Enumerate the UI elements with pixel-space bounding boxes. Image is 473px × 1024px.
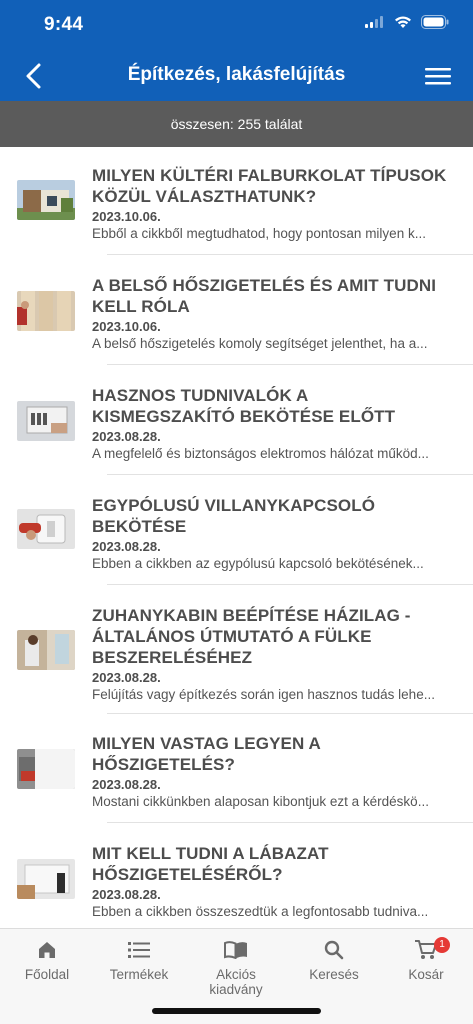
search-icon: [324, 940, 344, 960]
article-thumbnail: [17, 180, 75, 220]
article-item[interactable]: MILYEN KÜLTÉRI FALBURKOLAT TÍPUSOK KÖZÜL…: [0, 147, 473, 255]
article-excerpt: Mostani cikkünkben alaposan kibontjuk ez…: [92, 794, 429, 809]
article-item[interactable]: MILYEN VASTAG LEGYEN A HŐSZIGETELÉS? 202…: [0, 713, 473, 823]
article-date: 2023.08.28.: [92, 670, 161, 685]
article-excerpt: Ebben a cikkben összeszedtük a legfontos…: [92, 904, 429, 919]
app-header: 9:44 Építkezés, lakásfelújítás: [0, 0, 473, 101]
article-title: EGYPÓLUSÚ VILLANYKAPCSOLÓ BEKÖTÉSE: [92, 496, 376, 536]
tab-label: Kosár: [408, 967, 444, 982]
article-item[interactable]: A BELSŐ HŐSZIGETELÉS ÉS AMIT TUDNI KELL …: [0, 255, 473, 365]
article-thumbnail: [17, 749, 75, 789]
home-indicator: [152, 1008, 321, 1014]
tab-home[interactable]: Főoldal: [0, 939, 94, 982]
article-excerpt: Ebből a cikkből megtudhatod, hogy pontos…: [92, 226, 426, 241]
article-title: MILYEN VASTAG LEGYEN A HŐSZIGETELÉS?: [92, 734, 321, 774]
article-excerpt: Felújítás vagy építkezés során igen hasz…: [92, 687, 435, 702]
article-thumbnail: [17, 509, 75, 549]
page-title: Építkezés, lakásfelújítás: [127, 64, 346, 85]
tab-label: Főoldal: [24, 967, 70, 982]
article-date: 2023.08.28.: [92, 887, 161, 902]
article-item[interactable]: HASZNOS TUDNIVALÓK A KISMEGSZAKÍTÓ BEKÖT…: [0, 365, 473, 475]
status-time: 9:44: [44, 14, 84, 35]
tab-cart[interactable]: 1 Kosár: [379, 937, 473, 982]
hamburger-menu-icon: [425, 68, 451, 85]
article-title: MILYEN KÜLTÉRI FALBURKOLAT TÍPUSOK KÖZÜL…: [92, 166, 447, 206]
article-thumbnail: [17, 291, 75, 331]
article-title: A BELSŐ HŐSZIGETELÉS ÉS AMIT TUDNI KELL …: [92, 276, 437, 316]
tab-catalog[interactable]: Akciós kiadvány: [188, 939, 284, 997]
cart-count-badge: 1: [434, 937, 450, 953]
tab-label: Akciós kiadvány: [209, 967, 263, 997]
home-icon: [39, 942, 55, 958]
result-count: összesen: 255 találat: [170, 116, 303, 132]
article-item[interactable]: ZUHANYKABIN BEÉPÍTÉSE HÁZILAG - ÁLTALÁNO…: [0, 585, 473, 715]
result-count-bar: összesen: 255 találat: [0, 101, 473, 147]
wifi-icon: [395, 16, 411, 28]
article-item[interactable]: MIT KELL TUDNI A LÁBAZAT HŐSZIGETELÉSÉRŐ…: [0, 823, 473, 928]
book-icon: [224, 941, 247, 959]
article-item[interactable]: EGYPÓLUSÚ VILLANYKAPCSOLÓ BEKÖTÉSE 2023.…: [0, 475, 473, 585]
article-date: 2023.08.28.: [92, 539, 161, 554]
tab-search[interactable]: Keresés: [287, 939, 381, 982]
article-thumbnail: [17, 630, 75, 670]
article-excerpt: Ebben a cikkben az egypólusú kapcsoló be…: [92, 556, 424, 571]
article-title: ZUHANYKABIN BEÉPÍTÉSE HÁZILAG - ÁLTALÁNO…: [92, 606, 411, 667]
article-date: 2023.08.28.: [92, 429, 161, 444]
article-date: 2023.10.06.: [92, 209, 161, 224]
article-title: HASZNOS TUDNIVALÓK A KISMEGSZAKÍTÓ BEKÖT…: [92, 386, 396, 426]
list-icon: [128, 942, 150, 958]
article-date: 2023.10.06.: [92, 319, 161, 334]
article-list[interactable]: MILYEN KÜLTÉRI FALBURKOLAT TÍPUSOK KÖZÜL…: [0, 147, 473, 928]
article-thumbnail: [17, 401, 75, 441]
article-date: 2023.08.28.: [92, 777, 161, 792]
tab-products[interactable]: Termékek: [92, 939, 186, 982]
battery-icon: [421, 15, 449, 29]
menu-button[interactable]: [423, 62, 453, 90]
article-excerpt: A belső hőszigetelés komoly segítséget j…: [92, 336, 428, 351]
tab-label: Termékek: [109, 967, 169, 982]
signal-icon: [365, 16, 383, 28]
tab-label: Keresés: [309, 967, 359, 982]
article-excerpt: A megfelelő és biztonságos elektromos há…: [92, 446, 429, 461]
status-icons: [365, 15, 449, 29]
article-thumbnail: [17, 859, 75, 899]
article-title: MIT KELL TUDNI A LÁBAZAT HŐSZIGETELÉSÉRŐ…: [92, 844, 329, 884]
